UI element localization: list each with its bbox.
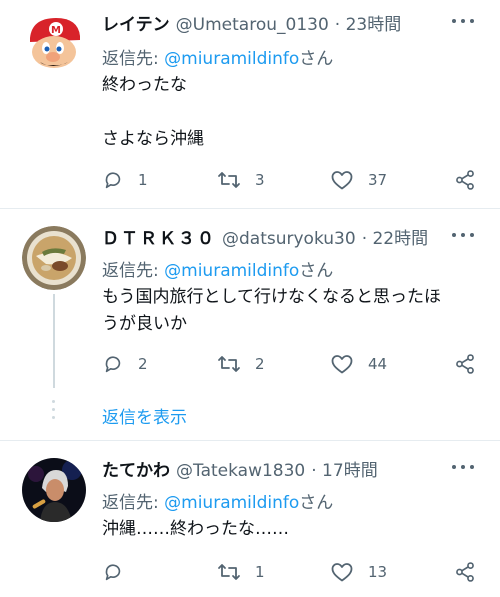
display-name[interactable]: レイテン bbox=[102, 10, 170, 35]
share-button[interactable] bbox=[454, 168, 476, 192]
tweet-divider bbox=[0, 208, 500, 209]
like-icon bbox=[331, 171, 353, 190]
more-icon[interactable] bbox=[452, 228, 474, 242]
display-name[interactable]: ＤＴＲＫ３０ bbox=[102, 224, 216, 249]
reply-to-suffix: さん bbox=[299, 493, 334, 513]
retweet-count: 2 bbox=[255, 355, 265, 373]
thread-connector-line bbox=[53, 294, 55, 388]
reply-count: 1 bbox=[138, 171, 148, 189]
avatar-dtrk30[interactable] bbox=[22, 226, 86, 290]
retweet-count: 1 bbox=[255, 563, 265, 581]
retweet-count: 3 bbox=[255, 171, 265, 189]
reply-to-suffix: さん bbox=[299, 261, 334, 281]
tweet-text: 終わったな さよなら沖縄 bbox=[102, 72, 487, 153]
share-icon bbox=[456, 354, 474, 374]
share-icon bbox=[456, 170, 474, 190]
retweet-button[interactable]: 3 bbox=[217, 168, 265, 192]
reply-to-user-link[interactable]: @miuramildinfo bbox=[164, 261, 299, 281]
svg-text:M: M bbox=[51, 25, 61, 36]
user-handle[interactable]: @Tatekaw1830 bbox=[176, 461, 305, 481]
tweet-1[interactable]: M レイテン @Umetarou_0130 · 23時間 返信先: @miura… bbox=[0, 10, 500, 200]
reply-to-prefix: 返信先: bbox=[102, 49, 165, 69]
reply-icon bbox=[105, 356, 121, 373]
like-count: 13 bbox=[368, 563, 388, 581]
tweet-divider bbox=[0, 440, 500, 441]
retweet-icon bbox=[218, 172, 240, 188]
tweet-header: レイテン @Umetarou_0130 · 23時間 bbox=[102, 10, 401, 36]
avatar-reiten[interactable]: M bbox=[22, 12, 86, 76]
reply-button[interactable] bbox=[102, 560, 138, 584]
more-icon[interactable] bbox=[452, 14, 474, 28]
timestamp[interactable]: · 23時間 bbox=[335, 10, 401, 35]
like-button[interactable]: 44 bbox=[330, 352, 387, 376]
tweet-text-line: 終わったな bbox=[102, 75, 187, 95]
display-name[interactable]: たてかわ bbox=[102, 456, 170, 481]
tweet-text-line: うが良いか bbox=[102, 314, 187, 334]
share-button[interactable] bbox=[454, 560, 476, 584]
reply-icon bbox=[105, 172, 121, 189]
reply-to-user-link[interactable]: @miuramildinfo bbox=[164, 49, 299, 69]
tweet-text: 沖縄……終わったな…… bbox=[102, 516, 487, 543]
tweet-2[interactable]: ＤＴＲＫ３０ @datsuryoku30 · 22時間 返信先: @miuram… bbox=[0, 224, 500, 424]
reply-to-line: 返信先: @miuramildinfoさん bbox=[102, 256, 333, 281]
thread-gap-dots bbox=[52, 400, 56, 424]
retweet-icon bbox=[218, 564, 240, 580]
like-count: 44 bbox=[368, 355, 388, 373]
user-handle[interactable]: @datsuryoku30 bbox=[222, 229, 356, 249]
action-bar: 2 2 44 bbox=[102, 352, 482, 376]
reply-icon bbox=[105, 564, 121, 581]
tweet-text-line: 沖縄……終わったな…… bbox=[102, 519, 289, 539]
more-icon[interactable] bbox=[452, 460, 474, 474]
reply-to-prefix: 返信先: bbox=[102, 493, 165, 513]
like-icon bbox=[331, 355, 353, 374]
share-button[interactable] bbox=[454, 352, 476, 376]
reply-button[interactable]: 1 bbox=[102, 168, 148, 192]
tweet-header: ＤＴＲＫ３０ @datsuryoku30 · 22時間 bbox=[102, 224, 428, 250]
user-handle[interactable]: @Umetarou_0130 bbox=[176, 15, 329, 35]
tweet-header: たてかわ @Tatekaw1830 · 17時間 bbox=[102, 456, 378, 482]
retweet-button[interactable]: 1 bbox=[217, 560, 265, 584]
timestamp[interactable]: · 17時間 bbox=[311, 456, 377, 481]
reply-to-line: 返信先: @miuramildinfoさん bbox=[102, 488, 333, 513]
tweet-3[interactable]: たてかわ @Tatekaw1830 · 17時間 返信先: @miuramild… bbox=[0, 456, 500, 597]
reply-feed: M レイテン @Umetarou_0130 · 23時間 返信先: @miura… bbox=[0, 0, 500, 597]
reply-to-line: 返信先: @miuramildinfoさん bbox=[102, 44, 333, 69]
reply-count: 2 bbox=[138, 355, 148, 373]
reply-button[interactable]: 2 bbox=[102, 352, 148, 376]
like-icon bbox=[331, 563, 353, 582]
tweet-text-line bbox=[102, 99, 487, 126]
tweet-text-line: さよなら沖縄 bbox=[102, 129, 204, 149]
reply-to-user-link[interactable]: @miuramildinfo bbox=[164, 493, 299, 513]
reply-to-prefix: 返信先: bbox=[102, 261, 165, 281]
action-bar: 1 13 bbox=[102, 560, 482, 584]
share-icon bbox=[456, 562, 474, 582]
tweet-text: もう国内旅行として行けなくなると思ったほ うが良いか bbox=[102, 284, 487, 338]
avatar-tatekawa[interactable] bbox=[22, 458, 86, 522]
retweet-button[interactable]: 2 bbox=[217, 352, 265, 376]
action-bar: 1 3 37 bbox=[102, 168, 482, 192]
tweet-text-line: もう国内旅行として行けなくなると思ったほ bbox=[102, 287, 441, 307]
like-count: 37 bbox=[368, 171, 388, 189]
reply-to-suffix: さん bbox=[299, 49, 334, 69]
like-button[interactable]: 13 bbox=[330, 560, 387, 584]
retweet-icon bbox=[218, 356, 240, 372]
like-button[interactable]: 37 bbox=[330, 168, 387, 192]
show-replies-link[interactable]: 返信を表示 bbox=[102, 403, 187, 428]
timestamp[interactable]: · 22時間 bbox=[362, 224, 428, 249]
